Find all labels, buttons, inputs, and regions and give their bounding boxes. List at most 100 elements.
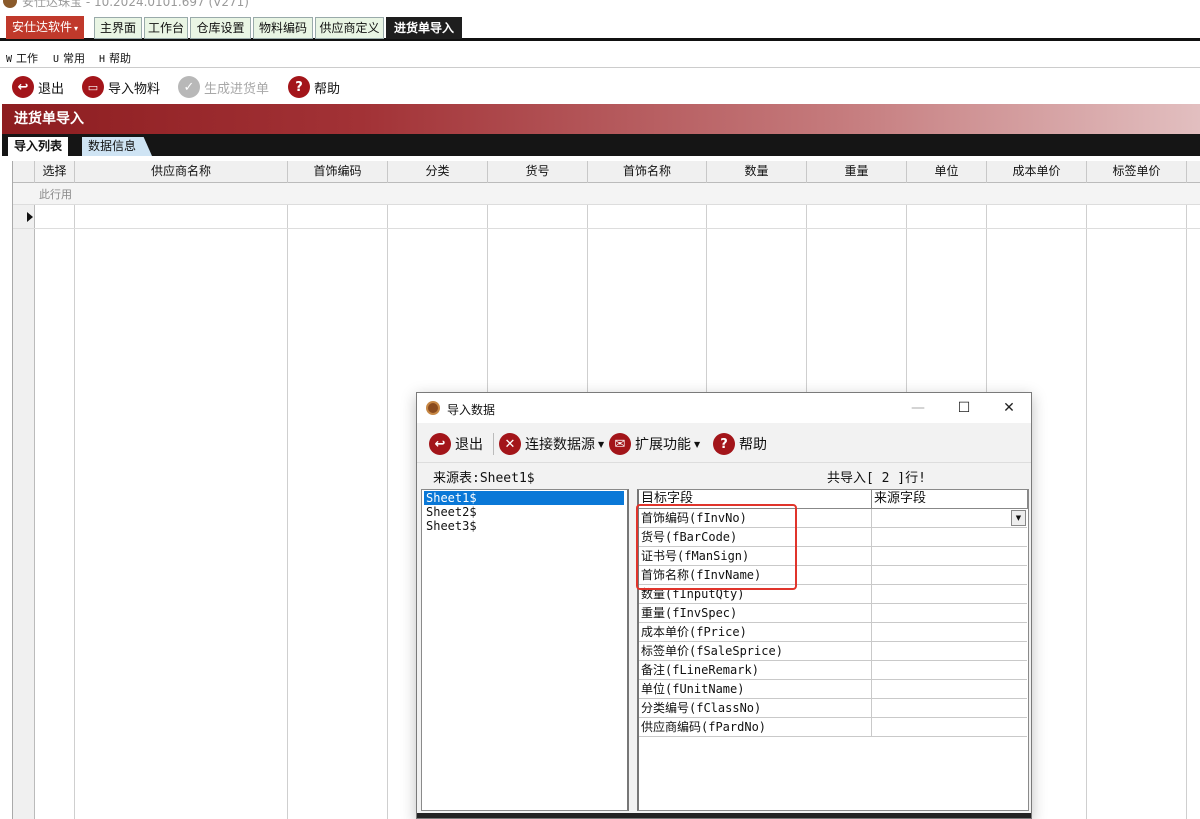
target-field-cell: 重量(fInvSpec)	[639, 604, 872, 623]
column-header[interactable]: 首饰名称	[588, 161, 707, 183]
source-table-label: 来源表:Sheet1$	[433, 471, 535, 486]
column-header[interactable]: 标签单价	[1087, 161, 1187, 183]
table-row[interactable]: 成本单价(fPrice)	[639, 623, 1027, 642]
toolbar-separator	[493, 433, 494, 455]
connect-datasource-button[interactable]: ✕ 连接数据源 ▼	[499, 431, 604, 457]
table-row[interactable]: 分类编号(fClassNo)	[639, 699, 1027, 718]
tab-warehouse-settings[interactable]: 仓库设置	[190, 17, 251, 39]
menu-help[interactable]: H 帮助	[99, 50, 131, 66]
column-header[interactable]: 分类	[388, 161, 488, 183]
current-row-arrow-icon	[27, 212, 33, 222]
source-field-select[interactable]	[872, 661, 1027, 680]
source-field-select[interactable]	[872, 528, 1027, 547]
tab-workbench[interactable]: 工作台	[144, 17, 188, 39]
help-icon: ?	[713, 433, 735, 455]
filter-hint: 此行用	[39, 188, 72, 201]
dialog-title: 导入数据	[447, 403, 496, 417]
tools-icon: ✕	[499, 433, 521, 455]
grid-column-line	[1087, 161, 1187, 819]
column-header[interactable]: 货号	[488, 161, 588, 183]
tab-supplier-definition[interactable]: 供应商定义	[315, 17, 384, 39]
import-material-button[interactable]: ▭ 导入物料	[82, 75, 160, 99]
list-item[interactable]: Sheet3$	[424, 519, 477, 533]
close-icon[interactable]: ✕	[998, 397, 1020, 419]
top-tab-bar: 安仕达软件 ▾ 主界面 工作台 仓库设置 物料编码 供应商定义 进货单导入	[0, 11, 1200, 41]
column-header[interactable]: 数量	[707, 161, 807, 183]
list-item[interactable]: Sheet1$	[424, 491, 624, 505]
window-title: 安仕达珠宝 - 10.2024.0101.697 (V271)	[22, 0, 249, 9]
table-row[interactable]: 标签单价(fSaleSprice)	[639, 642, 1027, 661]
menu-common[interactable]: U 常用	[53, 50, 85, 66]
source-field-select[interactable]: ▼	[872, 509, 1027, 528]
grid-header: 选择 供应商名称 首饰编码 分类 货号 首饰名称 数量 重量 单位 成本单价 标…	[13, 161, 1200, 183]
help-button[interactable]: ? 帮助	[288, 75, 340, 99]
menu-bar: W 工作 U 常用 H 帮助	[0, 44, 1200, 68]
filter-row[interactable]: 此行用	[13, 183, 1200, 205]
extend-label: 扩展功能	[635, 437, 691, 453]
check-icon: ✓	[178, 76, 200, 98]
target-field-cell: 标签单价(fSaleSprice)	[639, 642, 872, 661]
dialog-exit-button[interactable]: ↩ 退出	[429, 431, 483, 457]
minimize-icon[interactable]: —	[907, 397, 929, 419]
menu-work[interactable]: W 工作	[6, 50, 38, 66]
tab-material-code[interactable]: 物料编码	[253, 17, 313, 39]
source-field-select[interactable]	[872, 623, 1027, 642]
target-field-cell: 供应商编码(fPardNo)	[639, 718, 872, 737]
source-field-select[interactable]	[872, 547, 1027, 566]
window-title-bar: 安仕达珠宝 - 10.2024.0101.697 (V271)	[0, 0, 1200, 10]
source-field-select[interactable]	[872, 604, 1027, 623]
help-icon: ?	[288, 76, 310, 98]
source-field-select[interactable]	[872, 699, 1027, 718]
table-row[interactable]: 重量(fInvSpec)	[639, 604, 1027, 623]
tab-data-info[interactable]: 数据信息	[82, 137, 153, 156]
grid-column-line	[288, 161, 388, 819]
exit-label: 退出	[38, 81, 65, 97]
grid-column-line	[75, 161, 288, 819]
tab-import-list[interactable]: 导入列表	[8, 137, 69, 156]
column-header[interactable]: 单位	[907, 161, 987, 183]
list-item[interactable]: Sheet2$	[424, 505, 477, 519]
column-header[interactable]: 首饰编码	[288, 161, 388, 183]
tab-receipt-import[interactable]: 进货单导入	[386, 17, 462, 39]
source-field-header: 来源字段	[872, 490, 1028, 509]
folder-icon: ▭	[82, 76, 104, 98]
menu-label: 帮助	[109, 52, 132, 65]
source-field-select[interactable]	[872, 642, 1027, 661]
generate-receipt-button[interactable]: ✓ 生成进货单	[178, 75, 269, 99]
column-header[interactable]: 重量	[807, 161, 907, 183]
row-header-column	[13, 161, 35, 819]
table-row[interactable]: 供应商编码(fPardNo)	[639, 718, 1027, 737]
brand-menu-button[interactable]: 安仕达软件 ▾	[6, 16, 85, 39]
column-header[interactable]: 供应商名称	[75, 161, 288, 183]
column-header[interactable]: 成本单价	[987, 161, 1087, 183]
maximize-icon[interactable]: ☐	[953, 397, 975, 419]
source-field-select[interactable]	[872, 585, 1027, 604]
caret-down-icon: ▾	[74, 24, 79, 33]
menu-hotkey: H	[99, 54, 106, 65]
column-header[interactable]: 选择	[35, 161, 75, 183]
main-toolbar: ↩ 退出 ▭ 导入物料 ✓ 生成进货单 ? 帮助	[0, 70, 1200, 104]
exit-button[interactable]: ↩ 退出	[12, 75, 64, 99]
dialog-help-button[interactable]: ? 帮助	[713, 431, 767, 457]
table-row[interactable]: 备注(fLineRemark)	[639, 661, 1027, 680]
menu-label: 常用	[63, 52, 86, 65]
import-data-dialog: 导入数据 — ☐ ✕ ↩ 退出 ✕ 连接数据源 ▼ ✉ 扩展功能 ▼ ? 帮助 来源表:Sh…	[416, 392, 1032, 819]
sheet-list[interactable]: Sheet1$ Sheet2$ Sheet3$	[421, 489, 629, 811]
dialog-title-bar: 导入数据 — ☐ ✕	[417, 393, 1031, 423]
exit-icon: ↩	[12, 76, 34, 98]
target-field-cell: 备注(fLineRemark)	[639, 661, 872, 680]
import-count-label: 共导入[ 2 ]行!	[827, 471, 926, 486]
source-field-select[interactable]	[872, 680, 1027, 699]
menu-hotkey: U	[53, 54, 60, 65]
dropdown-arrow-icon: ▼	[598, 439, 605, 449]
extend-functions-button[interactable]: ✉ 扩展功能 ▼	[609, 431, 700, 457]
table-row[interactable]: 单位(fUnitName)	[639, 680, 1027, 699]
grid-column-line	[35, 161, 75, 819]
tab-main[interactable]: 主界面	[94, 17, 142, 39]
source-field-select[interactable]	[872, 718, 1027, 737]
menu-hotkey: W	[6, 54, 13, 65]
chevron-down-icon[interactable]: ▼	[1011, 510, 1026, 526]
source-field-select[interactable]	[872, 566, 1027, 585]
table-row[interactable]	[13, 205, 1200, 229]
dialog-help-label: 帮助	[739, 437, 767, 453]
